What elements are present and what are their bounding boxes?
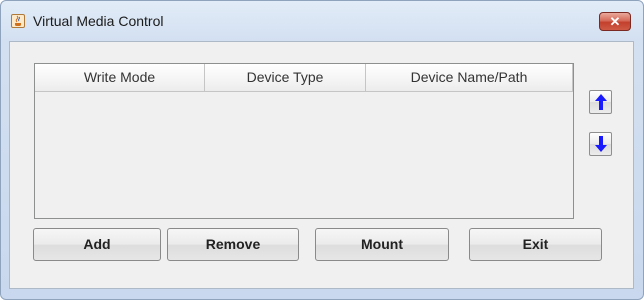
window-title: Virtual Media Control (33, 13, 164, 29)
column-header-write-mode[interactable]: Write Mode (35, 64, 205, 91)
title-bar[interactable]: Virtual Media Control ✕ (1, 1, 643, 41)
move-up-button[interactable] (589, 90, 612, 114)
move-down-button[interactable] (589, 132, 612, 156)
close-icon: ✕ (609, 14, 621, 29)
client-area: Write Mode Device Type Device Name/Path … (9, 41, 634, 289)
mount-button[interactable]: Mount (315, 228, 449, 261)
device-table[interactable]: Write Mode Device Type Device Name/Path (34, 63, 574, 219)
column-header-device-type[interactable]: Device Type (205, 64, 366, 91)
add-button[interactable]: Add (33, 228, 161, 261)
java-cup-icon (11, 14, 25, 28)
arrow-up-icon (595, 94, 607, 110)
table-body[interactable] (35, 92, 573, 218)
remove-button[interactable]: Remove (167, 228, 299, 261)
arrow-down-icon (595, 136, 607, 152)
exit-button[interactable]: Exit (469, 228, 602, 261)
close-button[interactable]: ✕ (599, 12, 631, 31)
table-header: Write Mode Device Type Device Name/Path (35, 64, 573, 92)
virtual-media-control-window: Virtual Media Control ✕ Write Mode Devic… (0, 0, 644, 300)
column-header-device-name-path[interactable]: Device Name/Path (366, 64, 573, 91)
